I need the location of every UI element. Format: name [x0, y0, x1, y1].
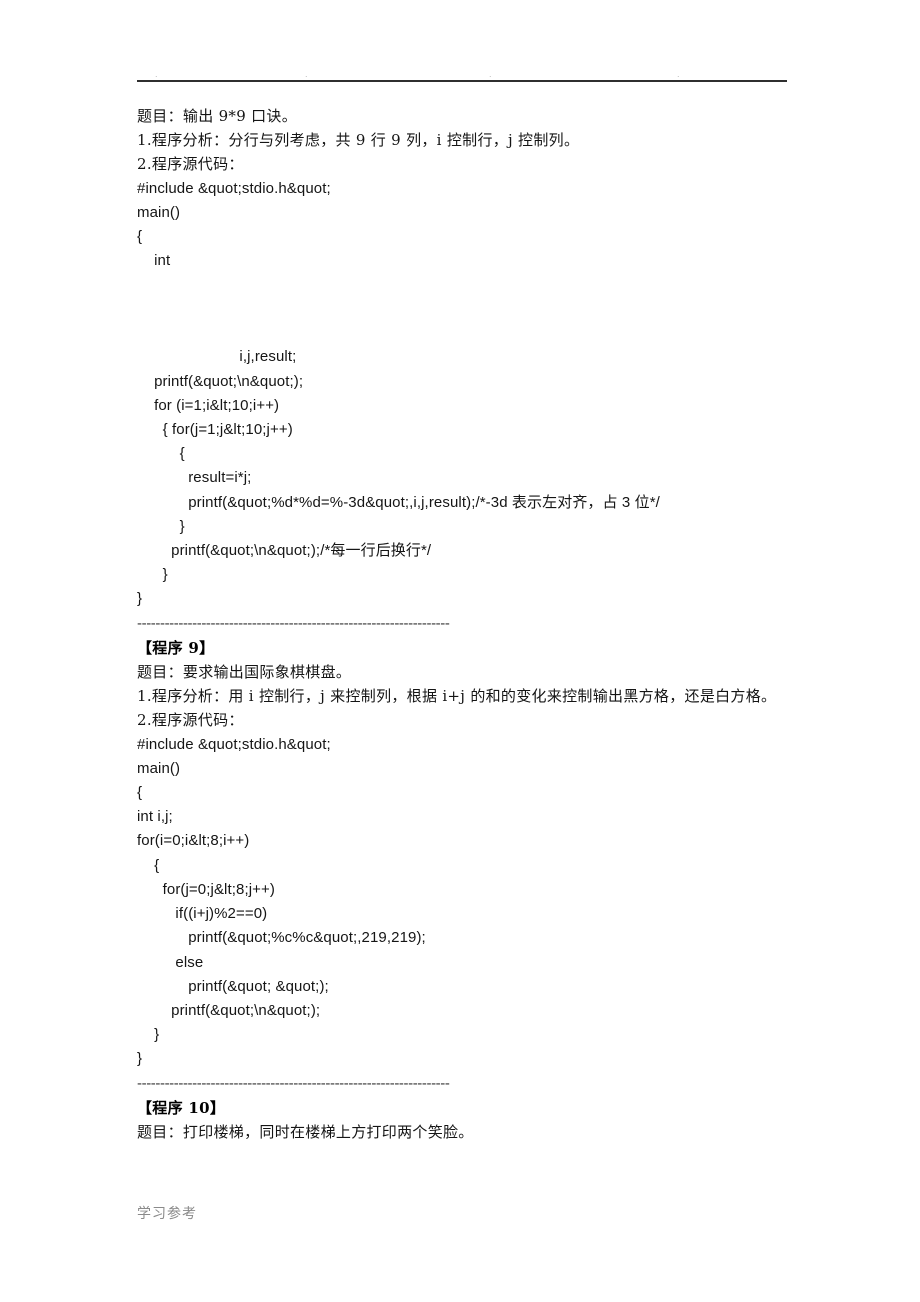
- program8-code-line: }: [137, 590, 143, 608]
- program8-code-line: int: [137, 252, 171, 270]
- document-page: . . . . 题目：输出 9*9 口诀。 1.程序分析：分行与列考虑，共 9 …: [0, 0, 920, 1302]
- program10-title-line: 题目：打印楼梯，同时在楼梯上方打印两个笑脸。: [137, 1122, 474, 1141]
- program8-code-line: { for(j=1;j&lt;10;j++): [137, 421, 293, 439]
- program9-title-line: 题目：要求输出国际象棋棋盘。: [137, 663, 352, 682]
- program8-code-line: {: [137, 445, 185, 463]
- program9-heading: 【程序 9】: [137, 638, 215, 657]
- program9-code-line: }: [137, 1050, 143, 1068]
- program9-code-line: printf(&quot;\n&quot;);: [137, 1001, 321, 1019]
- program8-code-line: i,j,result;: [137, 348, 297, 366]
- program9-code-line: if((i+j)%2==0): [137, 905, 268, 923]
- program9-code-line: for(j=0;j&lt;8;j++): [137, 880, 275, 898]
- program9-code-line: }: [137, 1026, 160, 1044]
- program9-code-line: printf(&quot;%c%c&quot;,219,219);: [137, 929, 426, 947]
- program9-code-line: int i,j;: [137, 808, 173, 826]
- program10-heading: 【程序 10】: [137, 1098, 226, 1117]
- program8-code-line: result=i*j;: [137, 469, 252, 487]
- program8-code-line: printf(&quot;\n&quot;);: [137, 372, 304, 390]
- program8-code-line: }: [137, 517, 185, 535]
- section-separator: ----------------------------------------…: [137, 614, 450, 632]
- program8-source-label: 2.程序源代码：: [137, 155, 244, 174]
- section-separator: ----------------------------------------…: [137, 1074, 450, 1092]
- page-footer: 学习参考: [137, 1206, 197, 1222]
- program8-code-line: printf(&quot;%d*%d=%-3d&quot;,i,j,result…: [137, 493, 660, 511]
- program9-code-line: {: [137, 856, 160, 874]
- program9-code-line: printf(&quot; &quot;);: [137, 977, 329, 995]
- header-dot-2: .: [305, 69, 308, 79]
- program9-code-line: else: [137, 953, 204, 971]
- program9-code-line: #include &quot;stdio.h&quot;: [137, 735, 331, 753]
- program9-code-line: {: [137, 784, 143, 802]
- code-blank-gap: [137, 273, 797, 345]
- document-body: 题目：输出 9*9 口诀。 1.程序分析：分行与列考虑，共 9 行 9 列，i …: [137, 104, 797, 1144]
- program8-code-line: {: [137, 228, 143, 246]
- header-dot-row: . . . .: [137, 62, 787, 80]
- header-rule: [137, 80, 787, 82]
- program9-code-line: for(i=0;i&lt;8;i++): [137, 832, 250, 850]
- header-dot-4: .: [677, 69, 680, 79]
- header-dot-1: .: [155, 69, 158, 79]
- program8-code-line: printf(&quot;\n&quot;);/*每一行后换行*/: [137, 542, 432, 560]
- program8-title-line: 题目：输出 9*9 口诀。: [137, 107, 298, 125]
- header-dot-3: .: [489, 69, 492, 79]
- program8-code-line: }: [137, 566, 168, 584]
- program9-code-line: main(): [137, 759, 181, 777]
- program8-analysis-line: 1.程序分析：分行与列考虑，共 9 行 9 列，i 控制行，j 控制列。: [137, 131, 580, 150]
- program8-code-line: main(): [137, 203, 181, 221]
- program9-analysis-line: 1.程序分析：用 i 控制行，j 来控制列，根据 i+j 的和的变化来控制输出黑…: [137, 687, 777, 706]
- program8-code-line: for (i=1;i&lt;10;i++): [137, 396, 280, 414]
- page-header: . . . .: [137, 62, 787, 88]
- program9-source-label: 2.程序源代码：: [137, 711, 244, 730]
- program8-code-line: #include &quot;stdio.h&quot;: [137, 179, 331, 197]
